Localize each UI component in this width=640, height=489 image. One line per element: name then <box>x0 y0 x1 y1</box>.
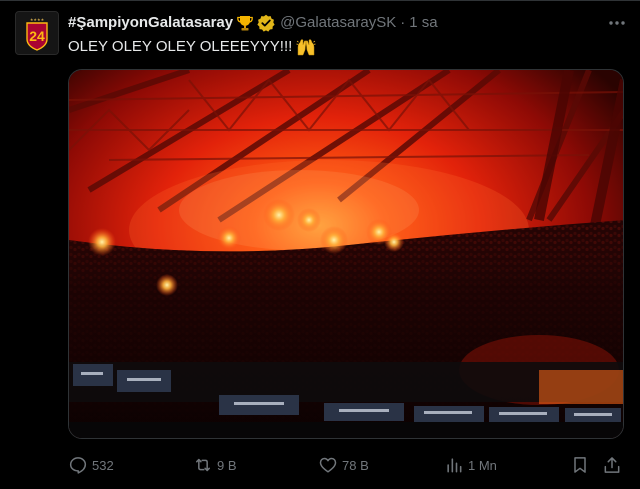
heart-icon <box>319 457 337 473</box>
avatar-label: 24 <box>29 28 45 44</box>
retweet-icon <box>196 458 210 472</box>
like-button[interactable]: 78 B <box>318 453 369 477</box>
reply-icon <box>69 457 87 474</box>
bookmark-button[interactable] <box>570 453 590 477</box>
user-handle[interactable]: @GalatasaraySK <box>280 13 396 33</box>
tweet-actions-bar: 532 9 B 78 B 1 Mn <box>68 453 624 477</box>
retweet-count: 9 B <box>217 457 237 473</box>
more-icon <box>609 21 625 25</box>
galatasaray-logo-icon: ★★★★ 24 <box>16 12 58 54</box>
avatar[interactable]: ★★★★ 24 <box>15 11 59 55</box>
views-button[interactable]: 1 Mn <box>444 453 497 477</box>
tweet-body: OLEY OLEY OLEY OLEEEYYY!!! <box>68 38 293 55</box>
share-button[interactable] <box>602 453 622 477</box>
like-count: 78 B <box>342 457 369 473</box>
views-count: 1 Mn <box>468 457 497 473</box>
timestamp[interactable]: 1 sa <box>409 13 437 33</box>
retweet-button[interactable]: 9 B <box>193 453 237 477</box>
tweet-media-photo[interactable] <box>68 69 624 439</box>
reply-count: 532 <box>92 457 114 473</box>
analytics-icon <box>447 458 462 473</box>
stadium-flares-photo <box>69 70 623 438</box>
share-icon <box>604 457 620 473</box>
reply-button[interactable]: 532 <box>68 453 114 477</box>
raising-hands-icon <box>296 38 316 56</box>
tweet-header: #ŞampiyonGalatasaray @GalatasaraySK · 1 … <box>68 12 438 34</box>
trophy-icon <box>236 14 254 32</box>
verified-badge-icon[interactable] <box>257 14 275 32</box>
display-name[interactable]: #ŞampiyonGalatasaray <box>68 13 233 33</box>
tweet-card[interactable]: ★★★★ 24 #ŞampiyonGalatasaray @Galatasara… <box>0 0 640 489</box>
separator-dot: · <box>400 14 406 31</box>
tweet-text: OLEY OLEY OLEY OLEEEYYY!!! <box>68 37 316 57</box>
more-options-button[interactable] <box>606 13 628 33</box>
svg-text:★★★★: ★★★★ <box>30 17 45 22</box>
bookmark-icon <box>574 457 586 473</box>
